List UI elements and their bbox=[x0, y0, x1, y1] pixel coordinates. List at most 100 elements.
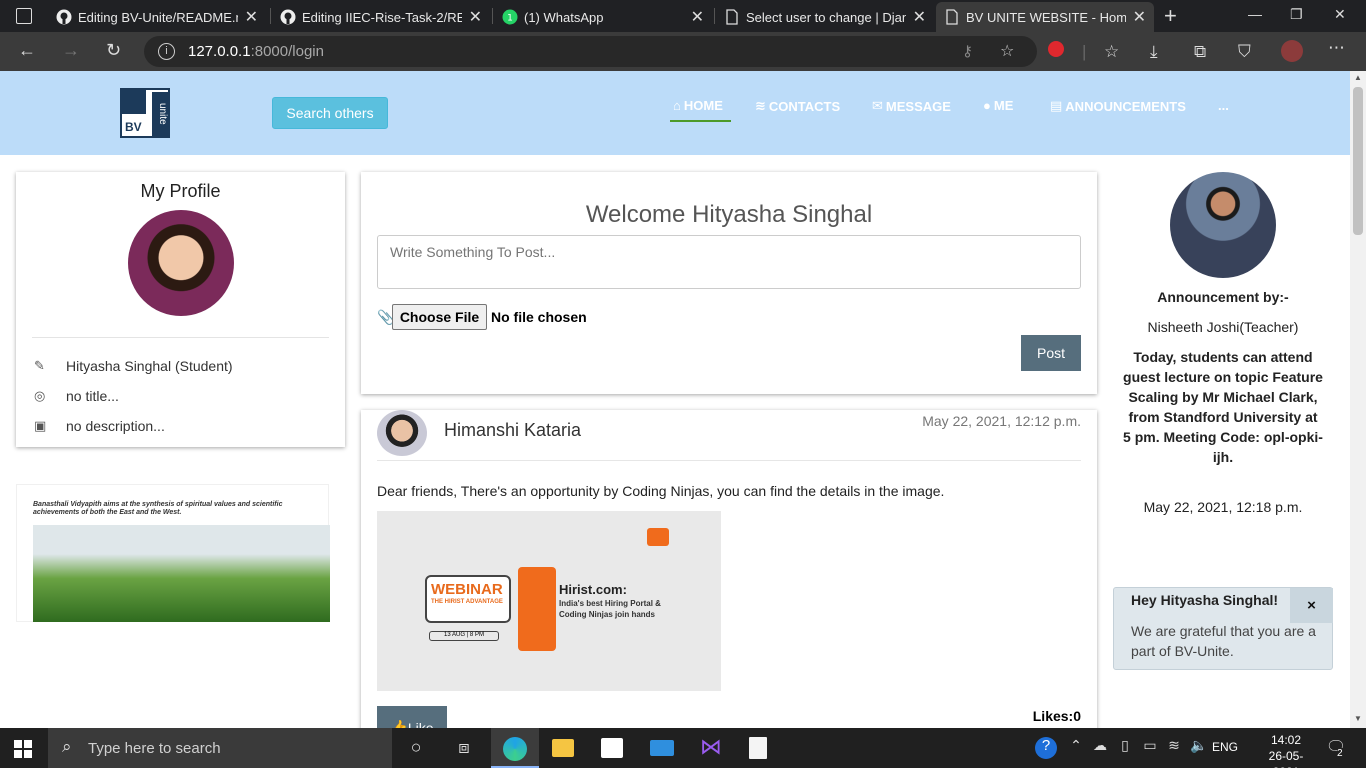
collections-icon[interactable]: ⧉ bbox=[1194, 42, 1206, 62]
speaker-badge bbox=[518, 567, 556, 651]
close-icon[interactable]: ✕ bbox=[691, 7, 704, 27]
profile-avatar-icon[interactable] bbox=[1281, 40, 1303, 62]
page-scrollbar[interactable]: ▲ ▼ bbox=[1350, 71, 1366, 728]
post-date: May 22, 2021, 12:12 p.m. bbox=[922, 413, 1081, 429]
cloud-icon[interactable]: ☁ bbox=[1088, 737, 1112, 759]
close-icon[interactable]: ✕ bbox=[469, 7, 482, 27]
tab-title: Select user to change | Django bbox=[746, 9, 906, 25]
tab-django-admin[interactable]: Select user to change | Django ✕ bbox=[716, 2, 934, 32]
adblock-icon[interactable] bbox=[1048, 41, 1064, 57]
visual-studio-icon[interactable]: ⋈ bbox=[699, 734, 723, 759]
campus-banner: Banasthali Vidyapith aims at the synthes… bbox=[16, 484, 330, 622]
notepad-icon[interactable] bbox=[749, 737, 767, 759]
post-textarea[interactable] bbox=[377, 235, 1081, 289]
profile-title-text: no title... bbox=[66, 388, 119, 404]
forward-icon[interactable]: → bbox=[62, 40, 80, 61]
url-host: 127.0.0.1 bbox=[188, 43, 251, 60]
mail-icon[interactable] bbox=[650, 740, 674, 756]
welcome-toast: Hey Hityasha Singhal! × We are grateful … bbox=[1113, 587, 1333, 670]
battery-icon[interactable]: ▭ bbox=[1138, 737, 1162, 759]
close-icon[interactable]: ✕ bbox=[1133, 7, 1146, 27]
profile-card: My Profile ✎ Hityasha Singhal (Student) … bbox=[16, 172, 345, 447]
windows-start-icon[interactable] bbox=[14, 740, 32, 758]
tab-whatsapp[interactable]: 1 (1) WhatsApp ✕ bbox=[494, 2, 712, 32]
scroll-down-icon[interactable]: ▼ bbox=[1354, 714, 1362, 723]
taskbar-clock[interactable]: 14:02 26-05-2021 bbox=[1256, 732, 1316, 780]
nav-contacts[interactable]: ≋ CONTACTS bbox=[755, 98, 840, 114]
home-icon: ⌂ bbox=[673, 98, 681, 113]
vpn-icon[interactable]: ▯ bbox=[1113, 737, 1137, 759]
close-icon[interactable]: ✕ bbox=[913, 7, 926, 27]
post-button[interactable]: Post bbox=[1021, 335, 1081, 371]
new-tab-icon[interactable]: + bbox=[1164, 3, 1177, 29]
wifi-icon[interactable]: ≋ bbox=[1162, 737, 1186, 759]
github-icon bbox=[280, 9, 296, 25]
download-icon[interactable]: ⤓ bbox=[1150, 42, 1158, 62]
nav-announcements-label: ANNOUNCEMENTS bbox=[1065, 98, 1186, 114]
nav-more[interactable]: ... bbox=[1218, 98, 1229, 113]
logo-text-right: unite bbox=[152, 92, 168, 136]
profile-name-row: ✎ Hityasha Singhal (Student) bbox=[34, 358, 233, 374]
key-icon[interactable]: ⚷ bbox=[962, 42, 973, 60]
nav-home-label: HOME bbox=[683, 98, 723, 113]
microsoft-store-icon[interactable] bbox=[601, 738, 623, 758]
more-menu-icon[interactable]: ⋯ bbox=[1328, 38, 1345, 58]
webinar-subtitle: THE HIRIST ADVANTAGE bbox=[431, 599, 503, 605]
address-bar[interactable]: i 127.0.0.1:8000/login ⚷ ☆ bbox=[144, 36, 1037, 67]
post-author: Himanshi Kataria bbox=[444, 420, 582, 440]
envelope-icon: ✉ bbox=[872, 98, 883, 113]
nav-home[interactable]: ⌂ HOME bbox=[673, 98, 723, 113]
language-indicator[interactable]: ENG bbox=[1212, 740, 1238, 754]
notification-icon[interactable]: 🗨 bbox=[1324, 737, 1348, 759]
reload-icon[interactable]: ↻ bbox=[106, 40, 121, 61]
nav-contacts-label: CONTACTS bbox=[768, 98, 841, 114]
tab-actions-icon[interactable] bbox=[16, 8, 32, 24]
window-close-icon[interactable]: ✕ bbox=[1334, 6, 1346, 23]
document-icon bbox=[946, 9, 958, 25]
webinar-date: 13 AUG | 8 PM bbox=[429, 631, 499, 641]
like-button[interactable]: 👍 Like bbox=[377, 706, 447, 728]
edge-browser-icon[interactable] bbox=[503, 737, 527, 761]
clock-time: 14:02 bbox=[1270, 733, 1302, 747]
search-others-button[interactable]: Search others bbox=[272, 97, 388, 129]
back-icon[interactable]: ← bbox=[18, 40, 36, 61]
bv-unite-logo[interactable]: BV unite bbox=[120, 88, 170, 138]
site-info-icon[interactable]: i bbox=[158, 43, 175, 60]
nav-message[interactable]: ✉ MESSAGE bbox=[872, 98, 951, 114]
github-icon bbox=[56, 9, 72, 25]
url-path: :8000/login bbox=[250, 43, 324, 60]
scroll-up-icon[interactable]: ▲ bbox=[1354, 73, 1362, 82]
close-icon[interactable]: ✕ bbox=[245, 7, 258, 27]
favorites-icon[interactable]: ☆ bbox=[1104, 42, 1119, 62]
post-image: WEBINAR THE HIRIST ADVANTAGE 13 AUG | 8 … bbox=[377, 511, 721, 691]
tab-bv-unite-readme[interactable]: Editing BV-Unite/README.md ✕ bbox=[48, 2, 266, 32]
scrollbar-thumb[interactable] bbox=[1353, 87, 1363, 235]
active-nav-indicator bbox=[670, 120, 731, 122]
target-icon: ◎ bbox=[34, 388, 46, 403]
toast-close-button[interactable]: × bbox=[1290, 588, 1333, 623]
minimize-icon[interactable]: — bbox=[1248, 6, 1262, 22]
campus-photo bbox=[33, 525, 330, 622]
nav-me[interactable]: ● ME bbox=[983, 98, 1013, 113]
volume-icon[interactable]: 🔈 bbox=[1187, 737, 1211, 759]
nav-announcements[interactable]: ▤ ANNOUNCEMENTS bbox=[1050, 98, 1186, 114]
tab-iiec-readme[interactable]: Editing IIEC-Rise-Task-2/README.md ✕ bbox=[272, 2, 490, 32]
image-subline: India's best Hiring Portal & Coding Ninj… bbox=[559, 599, 661, 619]
thumbs-up-icon: 👍 bbox=[390, 719, 408, 728]
choose-file-button[interactable]: Choose File bbox=[392, 304, 487, 330]
task-view-icon[interactable]: ⧈ bbox=[452, 737, 476, 759]
taskbar-search-box[interactable]: ⌕ Type here to search bbox=[48, 728, 392, 768]
restore-icon[interactable]: ❐ bbox=[1290, 6, 1303, 23]
add-favorite-icon[interactable]: ☆ bbox=[1000, 41, 1014, 61]
announcement-label: Announcement by:- bbox=[1157, 289, 1289, 305]
help-icon[interactable]: ? bbox=[1035, 737, 1057, 759]
file-explorer-icon[interactable] bbox=[552, 739, 574, 757]
tab-divider bbox=[714, 8, 715, 24]
cortana-icon[interactable]: ○ bbox=[404, 737, 428, 759]
tab-bv-unite-home[interactable]: BV UNITE WEBSITE - Home ✕ bbox=[936, 2, 1154, 32]
chevron-up-icon[interactable]: ⌃ bbox=[1064, 737, 1088, 759]
extension-icon[interactable]: ⛉ bbox=[1238, 42, 1251, 62]
tab-title: Editing IIEC-Rise-Task-2/README.md bbox=[302, 9, 462, 25]
browser-tab-strip: Editing BV-Unite/README.md ✕ Editing IIE… bbox=[0, 0, 1366, 32]
tab-title: (1) WhatsApp bbox=[524, 9, 604, 25]
